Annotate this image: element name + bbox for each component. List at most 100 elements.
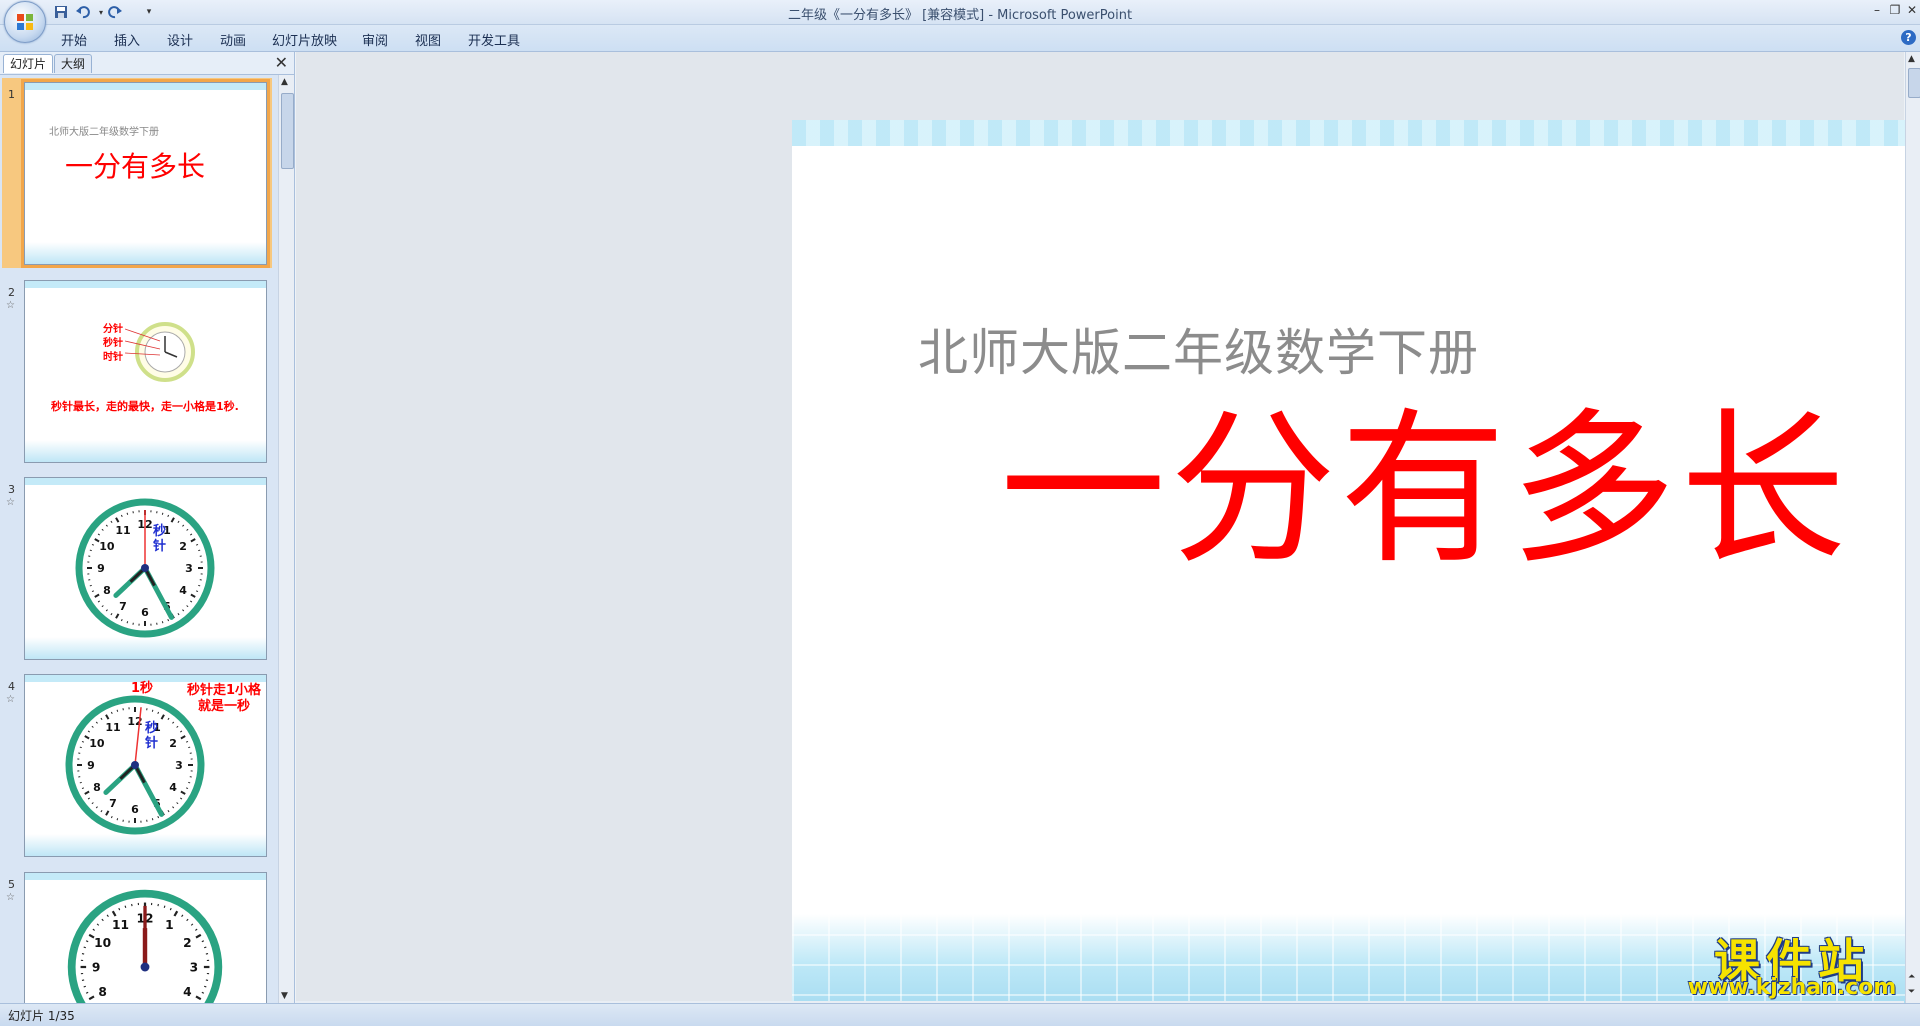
hand-label: 秒针 [153,524,167,554]
clock-tick [162,621,163,623]
tab-slide-show[interactable]: 幻灯片放映 [272,30,337,49]
tab-home[interactable]: 开始 [61,30,87,49]
clock-center [141,564,149,572]
slide-header-band [25,478,266,485]
tab-view[interactable]: 视图 [415,30,441,49]
clock-tick [80,747,82,748]
scroll-up-icon[interactable]: ▲ [281,77,288,87]
current-slide[interactable]: 北师大版二年级数学下册 一分有多长 [792,120,1920,1026]
scroll-up-icon[interactable]: ▲ [1908,54,1915,64]
tab-slides[interactable]: 幻灯片 [3,54,53,73]
status-bar: 幻灯片 1/35 [0,1003,1920,1026]
ribbon-tabs: 开始 插入 设计 动画 幻灯片放映 审阅 视图 开发工具 ? [0,25,1920,52]
tab-developer[interactable]: 开发工具 [468,30,520,49]
clock-number: 7 [119,600,127,613]
scroll-thumb[interactable] [281,93,294,169]
close-button[interactable]: ✕ [1903,1,1920,19]
clock-tick [117,818,118,820]
clock-number: 3 [190,960,199,974]
thumb-note: 秒针走1小格就是一秒 [183,683,265,715]
slide-header-band [792,120,1920,146]
close-pane-icon[interactable]: ✕ [275,53,288,72]
clock-number: 3 [185,562,193,575]
slide-header-band [25,281,266,288]
slide-preview: 分针 秒针 时针 秒针最长，走的最快，走一小格是1秒. [24,280,267,463]
clock-number: 8 [103,584,111,597]
label-second-hand: 秒针 [103,337,123,351]
clock-number: 8 [93,781,101,794]
animation-star-icon: ☆ [6,892,15,903]
clock-tick [188,747,190,748]
office-button[interactable] [4,1,46,43]
slide-number: 1 [8,88,15,101]
slide-thumbnail-5[interactable]: 5 ☆ 121234567891011 [0,872,276,1002]
hand-label: 秒针 [145,721,159,751]
clock-tick [204,986,206,987]
label-hour-hand: 时针 [103,351,123,365]
thumb-subtitle: 北师大版二年级数学下册 [49,123,159,138]
clock-number: 9 [87,759,95,772]
clock-tick [125,906,126,908]
slide-thumbnail-4[interactable]: 4 ☆ 121234567891011 1秒 秒针走1小格就是一秒 秒针 [0,674,276,864]
clock-number: 4 [183,985,192,999]
thumb-title: 一分有多长 [65,145,205,185]
watermark-url: www.kjzhan.com [1672,975,1912,1000]
clock-number: 2 [179,540,187,553]
clock-number: 1 [165,918,174,932]
clock-number: 2 [169,737,177,750]
clock-tick [152,710,153,712]
clock-number: 9 [92,960,101,974]
slide-thumbnail-1[interactable]: 1 北师大版二年级数学下册 一分有多长 [0,82,276,272]
clock-tick [90,550,92,551]
clock-tick [198,550,200,551]
tab-review[interactable]: 审阅 [362,30,388,49]
clock-tick [117,710,118,712]
slide-footer-band [25,637,266,659]
slide-subtitle[interactable]: 北师大版二年级数学下册 [918,313,1479,385]
clock-center [141,963,150,972]
slide-thumbnail-3[interactable]: 3 ☆ 121234567891011 秒针 [0,477,276,667]
slide-header-band [25,83,266,90]
restore-button[interactable]: ❐ [1886,1,1904,19]
animation-star-icon: ☆ [6,300,15,311]
scroll-down-icon[interactable]: ▼ [281,991,288,1001]
slide-editor: 北师大版二年级数学下册 一分有多长 [296,52,1904,1003]
clock-number: 10 [94,936,111,950]
slide-footer-band [25,834,266,856]
slide-preview: 121234567891011 [24,872,267,1004]
slides-pane-scrollbar[interactable]: ▲ ▼ [278,75,294,1003]
clock-tick [198,585,200,586]
watermark-logo: 课件站 www.kjzhan.com [1672,925,1912,1001]
slide-header-band [25,873,266,880]
slide-thumbnail-2[interactable]: 2 ☆ 分针 秒针 时针 秒针最长，走的最快，走一小格是1秒. [0,280,276,470]
animation-star-icon: ☆ [6,694,15,705]
clock-number: 11 [105,721,120,734]
slide-number: 2 [8,286,15,299]
hand-labels: 分针 秒针 时针 [103,323,123,365]
clock-tick [84,986,86,987]
clock-icon: 121234567891011 [65,887,225,1004]
help-icon[interactable]: ? [1901,30,1916,45]
scroll-thumb[interactable] [1908,68,1920,98]
slide-footer-band [25,242,266,264]
clock-number: 10 [89,737,105,750]
tab-animations[interactable]: 动画 [220,30,246,49]
clock-tick [127,621,128,623]
animation-star-icon: ☆ [6,497,15,508]
clock-number: 8 [98,985,107,999]
label-minute-hand: 分针 [103,323,123,337]
clock-tick [164,906,165,908]
clock-number: 4 [179,584,187,597]
slides-pane: 幻灯片 大纲 ✕ 1 北师大版二年级数学下册 一分有多长 2 ☆ 分针 秒针 时… [0,52,295,1003]
tab-insert[interactable]: 插入 [114,30,140,49]
slide-title[interactable]: 一分有多长 [1000,400,1850,583]
clock-number: 11 [112,918,129,932]
clock-number: 3 [175,759,183,772]
tab-design[interactable]: 设计 [167,30,193,49]
clock-number: 7 [109,797,117,810]
clock-number: 9 [97,562,105,575]
editor-scrollbar[interactable]: ▲ ⏶ ⏷ [1905,52,1920,1003]
minimize-button[interactable]: – [1868,1,1886,19]
tab-outline[interactable]: 大纲 [54,54,92,73]
pane-tabs: 幻灯片 大纲 ✕ [0,52,294,75]
